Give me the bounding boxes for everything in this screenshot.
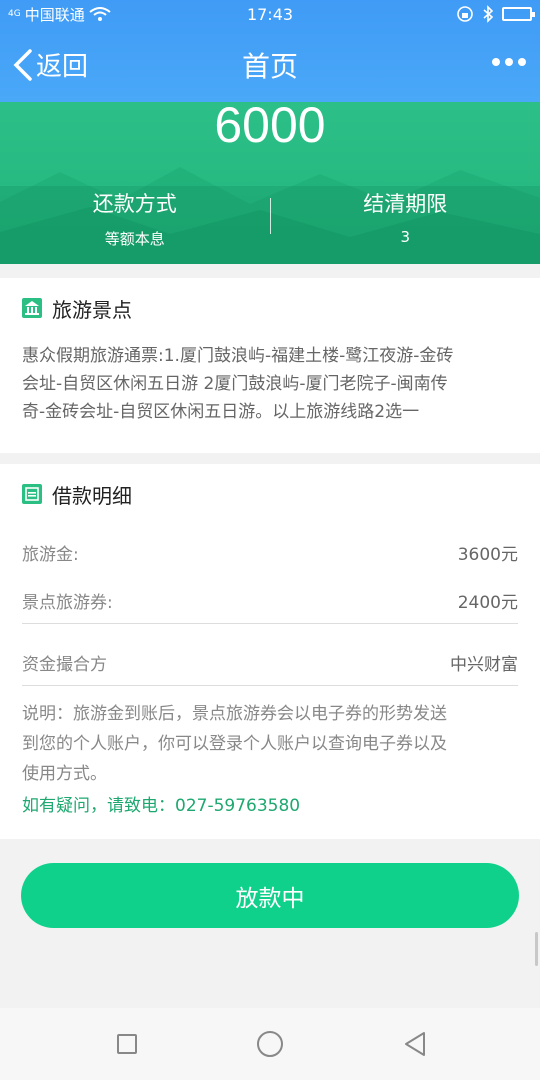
nav-bar: 返回 首页 [0, 28, 540, 102]
detail-value: 2400元 [457, 593, 518, 613]
battery-icon [502, 7, 535, 21]
wifi-icon [89, 7, 111, 21]
description-line: 会址-自贸区休闲五日游 2厦门鼓浪屿-厦门老院子-闽南传 [22, 374, 448, 394]
repayment-method-value: 等额本息 [104, 230, 165, 248]
scrollbar[interactable] [535, 932, 538, 966]
loan-summary-header: 6000 还款方式 等额本息 结清期限 3 [0, 102, 540, 264]
repayment-method-label: 还款方式 [92, 192, 177, 216]
description-line: 惠众假期旅游通票:1.厦门鼓浪屿-福建土楼-鹭江夜游-金砖 [22, 346, 454, 366]
attractions-description: 惠众假期旅游通票:1.厦门鼓浪屿-福建土楼-鹭江夜游-金砖 会址-自贸区休闲五日… [0, 338, 540, 426]
loan-details-header: 借款明细 [0, 464, 540, 524]
loan-amount: 6000 [214, 102, 326, 153]
more-dots-icon[interactable] [492, 58, 526, 66]
note-line: 使用方式。 [22, 764, 107, 784]
attractions-header: 旅游景点 [0, 278, 540, 338]
landmark-icon [22, 298, 42, 318]
note-line: 到您的个人账户，你可以登录个人账户以查询电子券以及 [22, 734, 447, 754]
detail-row-voucher: 景点旅游券: 2400元 [22, 588, 518, 613]
document-icon [22, 484, 42, 504]
system-nav-bar [0, 1008, 540, 1080]
status-bar: 4G 中国联通 17:43 [0, 0, 540, 28]
carrier-label: 中国联通 [24, 5, 85, 24]
divider [22, 685, 518, 686]
back-chevron-icon [13, 48, 32, 81]
detail-value: 3600元 [457, 545, 518, 565]
back-label: 返回 [36, 52, 89, 82]
detail-row-funder: 资金撮合方 中兴财富 [22, 650, 518, 675]
loan-status-button[interactable]: 放款中 [21, 863, 519, 928]
home-circle-icon[interactable] [257, 1031, 283, 1057]
bluetooth-icon [483, 5, 494, 23]
detail-value: 中兴财富 [450, 655, 518, 675]
note-line: 说明：旅游金到账后，景点旅游券会以电子券的形势发送 [22, 704, 447, 724]
settlement-term: 结清期限 3 [271, 186, 540, 264]
clock: 17:43 [246, 4, 294, 24]
signal-icon: 4G [8, 8, 21, 19]
back-triangle-icon[interactable] [402, 1030, 428, 1058]
settlement-term-label: 结清期限 [363, 192, 448, 216]
rotation-lock-icon [457, 6, 473, 22]
repayment-method: 还款方式 等额本息 [0, 186, 270, 264]
detail-row-travel-fund: 旅游金: 3600元 [22, 540, 518, 565]
divider [22, 623, 518, 624]
top-bar: 4G 中国联通 17:43 返回 首页 [0, 0, 540, 102]
loan-note: 说明：旅游金到账后，景点旅游券会以电子券的形势发送 到您的个人账户，你可以登录个… [22, 699, 518, 789]
back-button[interactable]: 返回 [12, 46, 88, 83]
detail-label: 旅游金: [22, 545, 79, 565]
settlement-term-value: 3 [400, 228, 411, 246]
description-line: 奇-金砖会址-自贸区休闲五日游。以上旅游线路2选一 [22, 402, 420, 422]
contact-phone-link[interactable]: 如有疑问，请致电：027-59763580 [22, 791, 300, 816]
detail-label: 资金撮合方 [22, 655, 107, 675]
attractions-card: 旅游景点 惠众假期旅游通票:1.厦门鼓浪屿-福建土楼-鹭江夜游-金砖 会址-自贸… [0, 278, 540, 453]
loan-details-card: 借款明细 旅游金: 3600元 景点旅游券: 2400元 资金撮合方 中兴财富 … [0, 464, 540, 839]
repayment-info: 还款方式 等额本息 结清期限 3 [0, 186, 540, 264]
loan-details-title: 借款明细 [52, 483, 132, 508]
detail-label: 景点旅游券: [22, 593, 113, 613]
recent-apps-icon[interactable] [117, 1034, 137, 1054]
attractions-title: 旅游景点 [52, 297, 132, 322]
